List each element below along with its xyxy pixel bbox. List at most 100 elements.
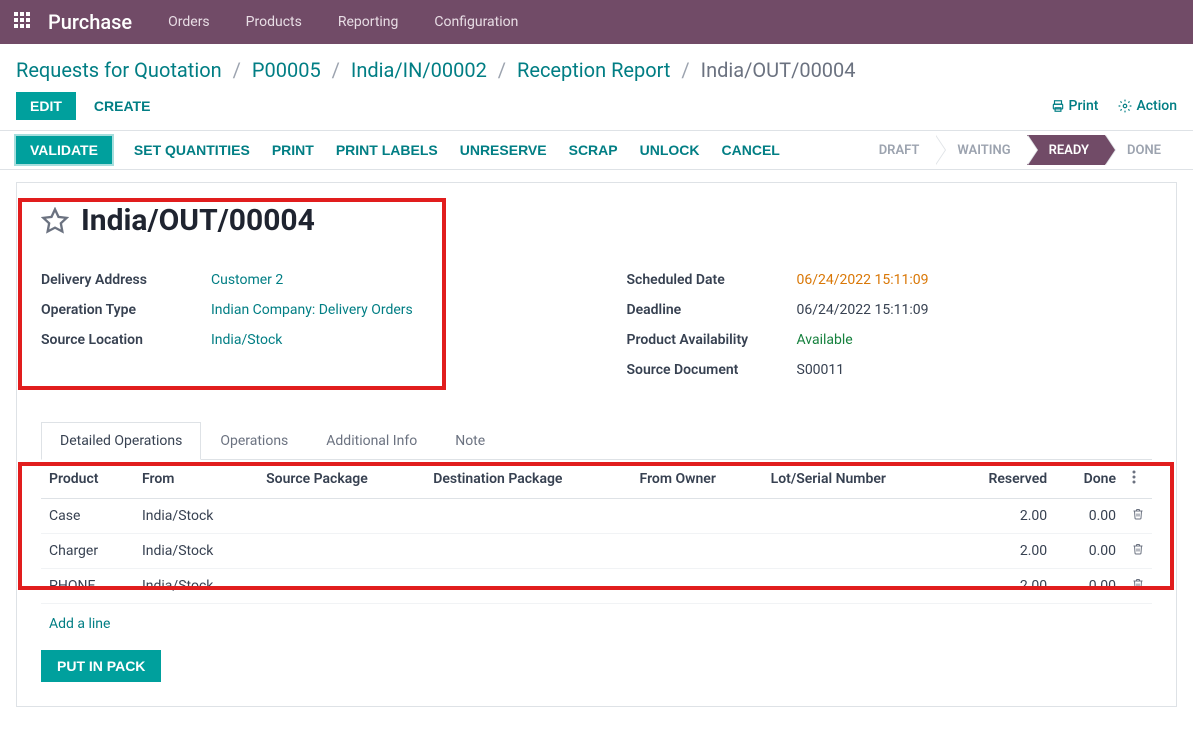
trash-icon bbox=[1132, 542, 1144, 556]
info-col-right: Scheduled Date 06/24/2022 15:11:09 Deadl… bbox=[627, 272, 1153, 392]
th-from: From bbox=[134, 460, 258, 499]
cell-destination-package bbox=[425, 534, 631, 569]
cell-from: India/Stock bbox=[134, 499, 258, 534]
print-labels-button[interactable]: PRINT LABELS bbox=[336, 142, 438, 158]
top-menu-configuration[interactable]: Configuration bbox=[434, 14, 518, 30]
add-line-link[interactable]: Add a line bbox=[41, 604, 118, 632]
th-product: Product bbox=[41, 460, 134, 499]
set-quantities-button[interactable]: SET QUANTITIES bbox=[134, 142, 250, 158]
label-product-availability: Product Availability bbox=[627, 332, 797, 348]
print-icon bbox=[1051, 99, 1065, 113]
trash-icon bbox=[1132, 577, 1144, 591]
breadcrumb-sep: / bbox=[233, 58, 241, 82]
th-delete bbox=[1124, 460, 1152, 499]
value-delivery-address[interactable]: Customer 2 bbox=[211, 272, 283, 288]
label-delivery-address: Delivery Address bbox=[41, 272, 211, 288]
cell-product: PHONE bbox=[41, 569, 134, 604]
record-title: India/OUT/00004 bbox=[81, 203, 315, 238]
gear-icon bbox=[1118, 99, 1132, 113]
print-button[interactable]: PRINT bbox=[272, 142, 314, 158]
table-wrap: Product From Source Package Destination … bbox=[17, 460, 1176, 632]
table-row[interactable]: PHONEIndia/Stock 2.000.00 bbox=[41, 569, 1152, 604]
cell-done: 0.00 bbox=[1055, 499, 1124, 534]
cancel-button[interactable]: CANCEL bbox=[722, 142, 780, 158]
value-scheduled-date: 06/24/2022 15:11:09 bbox=[797, 272, 929, 288]
form-sheet: India/OUT/00004 Delivery Address Custome… bbox=[16, 182, 1177, 707]
delete-row-button[interactable] bbox=[1124, 499, 1152, 534]
th-reserved: Reserved bbox=[949, 460, 1055, 499]
breadcrumb-sep: / bbox=[498, 58, 506, 82]
print-action[interactable]: Print bbox=[1051, 98, 1099, 114]
cell-from-owner bbox=[632, 499, 763, 534]
unlock-button[interactable]: UNLOCK bbox=[640, 142, 700, 158]
info-col-left: Delivery Address Customer 2 Operation Ty… bbox=[41, 272, 567, 392]
cell-done: 0.00 bbox=[1055, 534, 1124, 569]
table-row[interactable]: ChargerIndia/Stock2.000.00 bbox=[41, 534, 1152, 569]
th-destination-package: Destination Package bbox=[425, 460, 631, 499]
top-menu: Orders Products Reporting Configuration bbox=[168, 14, 518, 30]
info-grid: Delivery Address Customer 2 Operation Ty… bbox=[41, 272, 1152, 392]
title-row: India/OUT/00004 bbox=[41, 203, 1152, 238]
kebab-icon[interactable] bbox=[1132, 470, 1136, 484]
cell-product: Case bbox=[41, 499, 134, 534]
tab-note[interactable]: Note bbox=[436, 422, 504, 460]
create-button[interactable]: CREATE bbox=[94, 98, 151, 114]
breadcrumb-sep: / bbox=[681, 58, 689, 82]
cell-reserved: 2.00 bbox=[949, 499, 1055, 534]
cell-reserved: 2.00 bbox=[949, 569, 1055, 604]
print-label: Print bbox=[1069, 98, 1099, 114]
stage-waiting[interactable]: WAITING bbox=[935, 135, 1026, 165]
top-menu-reporting[interactable]: Reporting bbox=[338, 14, 399, 30]
breadcrumb-india-in[interactable]: India/IN/00002 bbox=[351, 58, 487, 82]
cell-source-package bbox=[258, 534, 425, 569]
put-in-pack-button[interactable]: PUT IN PACK bbox=[41, 650, 161, 682]
tab-operations[interactable]: Operations bbox=[201, 422, 307, 460]
cell-done: 0.00 bbox=[1055, 569, 1124, 604]
breadcrumb-rfq[interactable]: Requests for Quotation bbox=[16, 58, 222, 82]
top-menu-products[interactable]: Products bbox=[246, 14, 302, 30]
tab-additional-info[interactable]: Additional Info bbox=[307, 422, 436, 460]
cell-reserved: 2.00 bbox=[949, 534, 1055, 569]
apps-icon[interactable] bbox=[14, 12, 34, 32]
breadcrumb-reception-report[interactable]: Reception Report bbox=[517, 58, 670, 82]
stage-draft[interactable]: DRAFT bbox=[867, 135, 936, 165]
stage-ready[interactable]: READY bbox=[1027, 135, 1105, 165]
value-operation-type[interactable]: Indian Company: Delivery Orders bbox=[211, 302, 413, 318]
delete-row-button[interactable] bbox=[1124, 569, 1152, 604]
cell-source-package bbox=[258, 499, 425, 534]
value-source-location[interactable]: India/Stock bbox=[211, 332, 282, 348]
action-label: Action bbox=[1136, 98, 1177, 114]
statusbar: VALIDATE SET QUANTITIES PRINT PRINT LABE… bbox=[0, 130, 1193, 170]
label-source-location: Source Location bbox=[41, 332, 211, 348]
breadcrumb-p00005[interactable]: P00005 bbox=[252, 58, 321, 82]
value-deadline: 06/24/2022 15:11:09 bbox=[797, 302, 929, 318]
right-controls: Print Action bbox=[1051, 98, 1177, 114]
status-actions: VALIDATE SET QUANTITIES PRINT PRINT LABE… bbox=[16, 131, 780, 169]
cell-from-owner bbox=[632, 569, 763, 604]
th-done: Done bbox=[1055, 460, 1124, 499]
lines-table: Product From Source Package Destination … bbox=[41, 460, 1152, 604]
trash-icon bbox=[1132, 507, 1144, 521]
action-dropdown[interactable]: Action bbox=[1118, 98, 1177, 114]
label-deadline: Deadline bbox=[627, 302, 797, 318]
left-controls: EDIT CREATE bbox=[16, 92, 150, 120]
unreserve-button[interactable]: UNRESERVE bbox=[460, 142, 547, 158]
label-scheduled-date: Scheduled Date bbox=[627, 272, 797, 288]
edit-button[interactable]: EDIT bbox=[16, 92, 76, 120]
tabs: Detailed Operations Operations Additiona… bbox=[41, 422, 1152, 460]
breadcrumb-sep: / bbox=[332, 58, 340, 82]
cell-destination-package bbox=[425, 569, 631, 604]
value-product-availability: Available bbox=[797, 332, 853, 348]
th-lot-serial: Lot/Serial Number bbox=[763, 460, 949, 499]
top-menu-orders[interactable]: Orders bbox=[168, 14, 210, 30]
star-icon[interactable] bbox=[41, 207, 69, 235]
validate-button[interactable]: VALIDATE bbox=[16, 136, 112, 164]
label-source-document: Source Document bbox=[627, 362, 797, 378]
scrap-button[interactable]: SCRAP bbox=[569, 142, 618, 158]
cell-from: India/Stock bbox=[134, 569, 258, 604]
tab-detailed-operations[interactable]: Detailed Operations bbox=[41, 422, 201, 460]
delete-row-button[interactable] bbox=[1124, 534, 1152, 569]
table-row[interactable]: CaseIndia/Stock 2.000.00 bbox=[41, 499, 1152, 534]
cell-from: India/Stock bbox=[134, 534, 258, 569]
th-from-owner: From Owner bbox=[632, 460, 763, 499]
